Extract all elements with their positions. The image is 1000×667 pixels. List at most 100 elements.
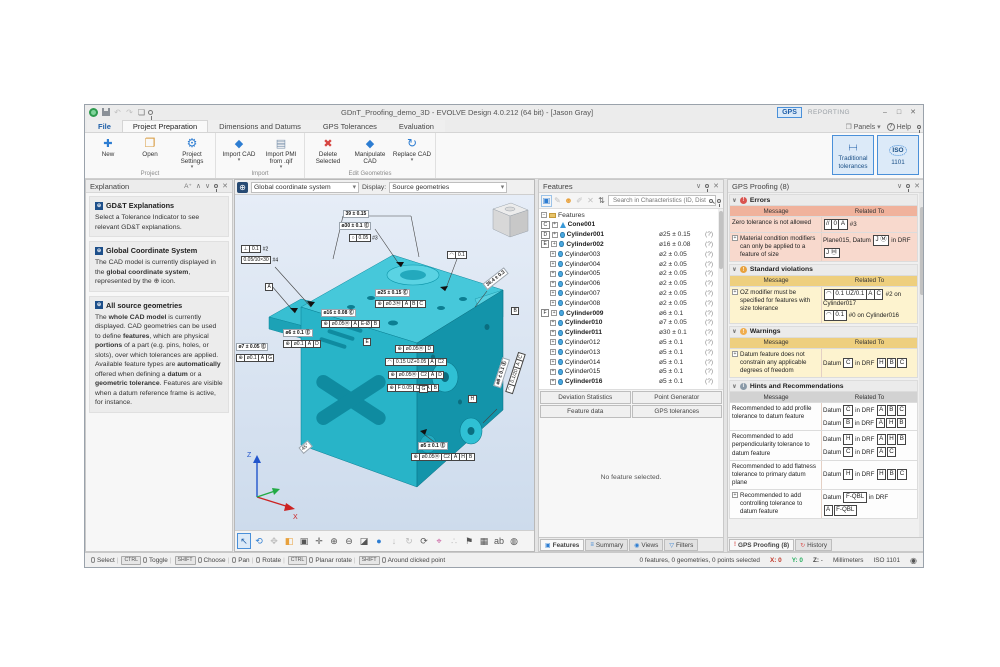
replace-cad-button[interactable]: Replace CAD▾ [391, 134, 433, 170]
edit-feature-icon[interactable]: ✎ [552, 195, 563, 207]
related-column-header[interactable]: Related To [822, 339, 917, 346]
expand-icon[interactable] [550, 251, 556, 257]
annotations-toggle[interactable]: ⚑ [462, 533, 476, 549]
delete-feature-icon[interactable]: ✕ [585, 195, 596, 207]
tolerance-annotation[interactable]: ⊕ø0.3ⓂABC [375, 300, 426, 308]
message-column-header[interactable]: Message [730, 394, 822, 401]
bottom-tab-history[interactable]: ↻History [795, 539, 832, 551]
add-feature-icon[interactable]: ▣ [541, 195, 552, 207]
select-tool[interactable]: ↖ [237, 533, 251, 549]
pin-icon[interactable] [214, 184, 218, 188]
tab-evaluation[interactable]: Evaluation [388, 120, 445, 132]
import-pmi-button[interactable]: Import PMI from .qif▾ [260, 134, 302, 170]
grid-toggle[interactable]: ▦ [477, 533, 491, 549]
labels-toggle[interactable]: ab [492, 533, 506, 549]
reporting-mode-button[interactable]: REPORTING [808, 109, 850, 116]
expand-icon[interactable] [550, 349, 556, 355]
window-layout-icon[interactable] [136, 107, 147, 118]
chevron-up-icon[interactable] [196, 182, 201, 190]
close-icon[interactable] [222, 182, 228, 190]
tolerance-annotation[interactable]: A [265, 283, 273, 291]
tolerance-annotation[interactable]: ⊕F 0.05C2AB [387, 384, 439, 392]
tolerance-annotation[interactable]: B [511, 307, 519, 315]
related-column-header[interactable]: Related To [822, 208, 917, 215]
related-to[interactable]: Datum H in DRF AHB [823, 434, 916, 445]
expand-icon[interactable] [550, 379, 556, 385]
delete-selected-button[interactable]: Delete Selected▾ [307, 134, 349, 170]
rotate-tool[interactable]: ⟲ [252, 533, 266, 549]
panels-menu[interactable]: Panels [845, 123, 880, 131]
standard-violations-header[interactable]: ∨ ! Standard violations [729, 264, 918, 276]
pin-icon[interactable] [705, 184, 709, 188]
related-to[interactable]: //0A #3 [823, 219, 916, 230]
tolerance-annotation[interactable]: ⊥0.1 #2 [241, 245, 268, 253]
tolerance-annotation[interactable]: ○0.05 #3 [349, 234, 378, 242]
related-to[interactable]: ◠0.1 UZ/0.1AC #2 on Cylinder017 [823, 289, 916, 308]
chevron-down-icon[interactable] [205, 182, 210, 190]
tolerance-annotation[interactable]: ⊕ø0.05ⓂC2AD [388, 371, 444, 379]
expand-icon[interactable] [550, 271, 556, 277]
tolerance-annotation[interactable]: 0.05/10×30 #4 [241, 256, 278, 264]
render-mode-tool[interactable]: ◧ [282, 533, 296, 549]
expand-icon[interactable] [551, 310, 557, 316]
chevron-down-icon[interactable] [897, 182, 902, 190]
display-options-tool[interactable]: ∴ [447, 533, 461, 549]
related-to[interactable]: Plane015, Datum J Ⓜ in DRF [823, 235, 916, 246]
traditional-tolerances-button[interactable]: Traditional tolerances [832, 135, 874, 175]
close-icon[interactable] [713, 182, 719, 190]
tolerance-annotation[interactable]: ø16 ± 0.08 Ⓔ [321, 309, 356, 317]
feature-row[interactable]: D Cylinder001 ø25 ± 0.15 (?) [541, 230, 717, 240]
view-cube-toggle[interactable]: ◍ [507, 533, 521, 549]
feature-row[interactable]: Cylinder015 ø5 ± 0.1 (?) [541, 367, 717, 377]
tolerance-annotation[interactable]: H [468, 395, 477, 403]
bottom-tab-filters[interactable]: ▽Filters [664, 539, 698, 551]
collapse-icon[interactable] [541, 212, 547, 218]
tolerance-annotation[interactable]: ◠0.1 [447, 251, 467, 259]
expand-icon[interactable] [552, 232, 558, 238]
sort-icon[interactable]: ⇅ [596, 195, 607, 207]
feature-row[interactable]: Cylinder012 ø5 ± 0.1 (?) [541, 338, 717, 348]
issue-row[interactable]: +Datum feature does not constrain any ap… [729, 349, 918, 378]
zoom-in-tool[interactable]: ⊕ [327, 533, 341, 549]
related-to[interactable]: J Ⓜ [823, 248, 916, 259]
bottom-tab-gps-proofing[interactable]: !GPS Proofing (8) [729, 539, 794, 551]
turntable-tool[interactable]: ⟳ [417, 533, 431, 549]
pin-icon[interactable] [906, 184, 910, 188]
tolerance-annotation[interactable]: ◠0.15 UZ+0.05AC2 [385, 358, 447, 366]
issue-row[interactable]: Zero tolerance is not allowed //0A #3 [729, 217, 918, 233]
tolerance-annotation[interactable]: ⊕ø0.05ⓂAE-ØB [321, 320, 380, 328]
issue-row[interactable]: Recommended to add perpendicularity tole… [729, 431, 918, 460]
pin-icon[interactable] [917, 125, 921, 129]
feature-row[interactable]: Cylinder008 ø2 ± 0.05 (?) [541, 298, 717, 308]
zoom-window-tool[interactable]: ◪ [357, 533, 371, 549]
location-pin-icon[interactable] [148, 110, 153, 115]
feature-row[interactable]: Cylinder004 ø2 ± 0.05 (?) [541, 259, 717, 269]
related-to[interactable]: Datum C in DRF AC [823, 447, 916, 458]
message-column-header[interactable]: Message [730, 277, 822, 284]
issue-row[interactable]: +Material condition modifiers can only b… [729, 233, 918, 262]
tolerance-annotation[interactable]: E [363, 338, 371, 346]
warnings-section-header[interactable]: ∨ ! Warnings [729, 326, 918, 338]
tab-point-generator[interactable]: Point Generator [632, 391, 723, 404]
expand-icon[interactable] [550, 359, 556, 365]
errors-section-header[interactable]: ∨ ! Errors [729, 194, 918, 206]
iso-1101-button[interactable]: 1101 [877, 135, 919, 175]
tab-file[interactable]: File [87, 120, 122, 132]
feature-row[interactable]: Cylinder016 ø5 ± 0.1 (?) [541, 377, 717, 387]
feature-row[interactable]: Cylinder003 ø2 ± 0.05 (?) [541, 249, 717, 259]
zoom-out-tool[interactable]: ⊖ [342, 533, 356, 549]
bottom-tab-summary[interactable]: ≡Summary [585, 539, 628, 551]
expand-icon[interactable] [550, 339, 556, 345]
chevron-down-icon[interactable] [696, 182, 701, 190]
measure-icon[interactable]: ✐ [574, 195, 585, 207]
related-to[interactable]: Datum H in DRF HBC [823, 469, 916, 480]
tab-project-preparation[interactable]: Project Preparation [122, 120, 208, 132]
issue-row[interactable]: Recommended to add flatness tolerance to… [729, 461, 918, 490]
feature-row[interactable]: E Cylinder002 ø16 ± 0.08 (?) [541, 240, 717, 250]
search-input[interactable] [611, 196, 708, 205]
bottom-tab-features[interactable]: ▣Features [540, 539, 584, 551]
tolerance-annotation[interactable]: 39 ± 0.15 [343, 210, 369, 218]
expand-icon[interactable]: + [732, 492, 738, 498]
tolerance-annotation[interactable]: G [419, 385, 428, 393]
tolerance-annotation[interactable]: ø7 ± 0.05 Ⓔ [236, 343, 268, 351]
